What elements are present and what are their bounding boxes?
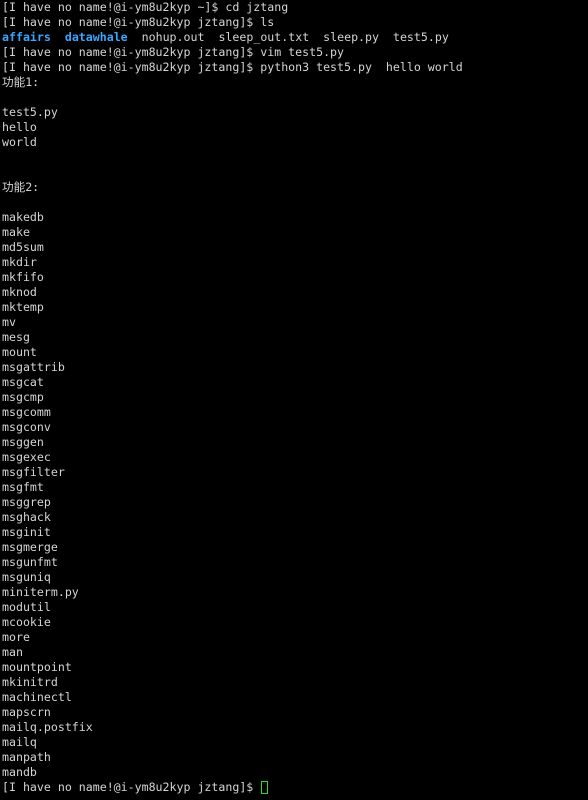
- file-entry: nohup.out: [141, 30, 205, 44]
- terminal-line: modutil: [2, 600, 51, 614]
- prompt-line[interactable]: [I have no name!@i-ym8u2kyp jztang]$: [2, 780, 463, 795]
- terminal-line: msggrep: [2, 495, 51, 509]
- terminal-line: msgcat: [2, 375, 44, 389]
- terminal-line: 功能1:: [2, 75, 40, 89]
- terminal-line: md5sum: [2, 240, 44, 254]
- terminal-line: test5.py: [2, 105, 58, 119]
- terminal-line: [I have no name!@i-ym8u2kyp jztang]$ pyt…: [2, 60, 463, 74]
- terminal-line: [I have no name!@i-ym8u2kyp jztang]$ ls: [2, 15, 275, 29]
- terminal-line: makedb: [2, 210, 44, 224]
- terminal-line: msgexec: [2, 450, 51, 464]
- terminal-line: msgfilter: [2, 465, 65, 479]
- terminal-line: manpath: [2, 750, 51, 764]
- terminal-line: msginit: [2, 525, 51, 539]
- terminal-line: msgmerge: [2, 540, 58, 554]
- terminal-line: mcookie: [2, 615, 51, 629]
- terminal-line: mkinitrd: [2, 675, 58, 689]
- cursor-icon: [261, 781, 269, 794]
- terminal-line: 功能2:: [2, 180, 40, 194]
- terminal-line: mkfifo: [2, 270, 44, 284]
- shell-prompt: [I have no name!@i-ym8u2kyp jztang]$: [2, 780, 261, 794]
- directory-entry: affairs: [2, 30, 51, 44]
- terminal-line: mountpoint: [2, 660, 72, 674]
- file-entry: test5.py: [392, 30, 449, 44]
- directory-entry: datawhale: [64, 30, 128, 44]
- terminal-line: hello: [2, 120, 37, 134]
- terminal-line: [I have no name!@i-ym8u2kyp ~]$ cd jztan…: [2, 0, 289, 14]
- terminal-line: msguniq: [2, 570, 51, 584]
- terminal-line: mkdir: [2, 255, 37, 269]
- terminal-line: msgconv: [2, 420, 51, 434]
- terminal-line: msgcmp: [2, 390, 44, 404]
- terminal-line: mailq: [2, 735, 37, 749]
- terminal-line: machinectl: [2, 690, 72, 704]
- terminal-line: mount: [2, 345, 37, 359]
- terminal-line: mailq.postfix: [2, 720, 93, 734]
- terminal-line: world: [2, 135, 37, 149]
- terminal-line: miniterm.py: [2, 585, 79, 599]
- terminal-line: mktemp: [2, 300, 44, 314]
- terminal-line: msgcomm: [2, 405, 51, 419]
- terminal-line: make: [2, 225, 30, 239]
- terminal-line: affairs datawhale nohup.out sleep_out.tx…: [2, 30, 463, 45]
- terminal-line: [I have no name!@i-ym8u2kyp jztang]$ vim…: [2, 45, 345, 59]
- terminal-line: mknod: [2, 285, 37, 299]
- terminal-line: mapscrn: [2, 705, 51, 719]
- terminal-line: msgunfmt: [2, 555, 58, 569]
- terminal-line: mv: [2, 315, 16, 329]
- file-entry: sleep.py: [323, 30, 379, 44]
- terminal-line: more: [2, 630, 30, 644]
- terminal-line: man: [2, 645, 23, 659]
- terminal-line: msgfmt: [2, 480, 44, 494]
- file-entry: sleep_out.txt: [218, 30, 310, 44]
- terminal-line: msgattrib: [2, 360, 65, 374]
- terminal-line: msghack: [2, 510, 51, 524]
- terminal-line: mandb: [2, 765, 37, 779]
- terminal-line: msggen: [2, 435, 44, 449]
- terminal-output[interactable]: [I have no name!@i-ym8u2kyp ~]$ cd jztan…: [2, 0, 463, 795]
- terminal-line: mesg: [2, 330, 30, 344]
